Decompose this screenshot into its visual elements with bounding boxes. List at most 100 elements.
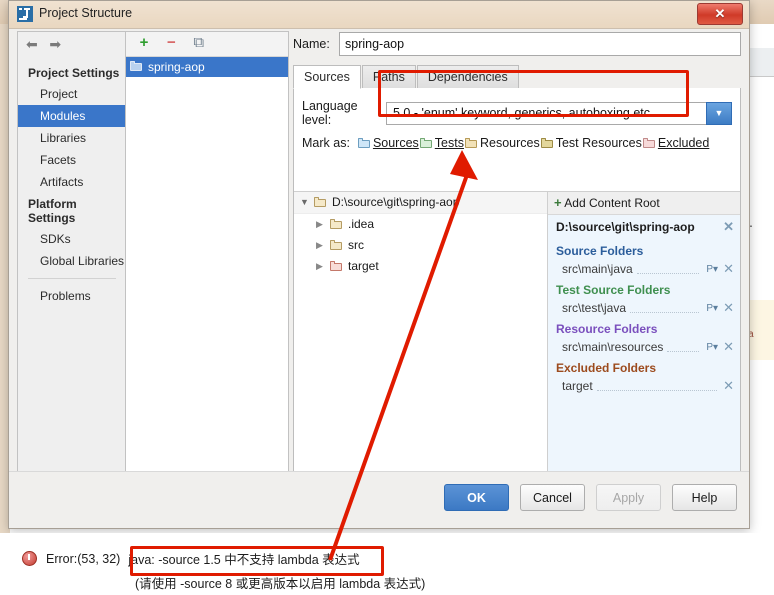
resources-folder-icon bbox=[464, 137, 478, 149]
tree-row-content-root[interactable]: ▼ D:\source\git\spring-aop bbox=[294, 192, 547, 214]
sidebar-group-project-settings: Project Settings bbox=[28, 66, 120, 80]
test-source-folders-header: Test Source Folders bbox=[556, 283, 671, 297]
dialog-body: ⬅ ➡ Project Settings Project Modules Lib… bbox=[9, 29, 749, 502]
package-prefix-icon[interactable]: P▾ bbox=[703, 264, 721, 275]
tree-row-src[interactable]: ▶ src bbox=[294, 235, 547, 256]
resource-folders-header: Resource Folders bbox=[556, 322, 658, 336]
remove-content-root-icon[interactable]: ✕ bbox=[721, 219, 736, 235]
modules-toolbar: + − ⧉ bbox=[126, 32, 288, 57]
excluded-folder-icon bbox=[330, 261, 343, 272]
language-level-label: Language level: bbox=[302, 99, 358, 127]
sidebar-item-libraries[interactable]: Libraries bbox=[18, 127, 126, 149]
dotted-filler bbox=[630, 303, 700, 313]
intellij-logo-icon bbox=[17, 6, 33, 22]
dotted-filler bbox=[667, 342, 700, 352]
mark-as-resources-button[interactable]: Resources bbox=[464, 136, 540, 150]
cancel-button[interactable]: Cancel bbox=[520, 484, 585, 511]
error-primary-line: Error:(53, 32) java: -source 1.5 中不支持 la… bbox=[22, 549, 360, 568]
error-message-bar: Error:(53, 32) java: -source 1.5 中不支持 la… bbox=[0, 533, 774, 595]
content-panes: ▼ D:\source\git\spring-aop ▶ .idea ▶ src… bbox=[294, 191, 740, 501]
folder-icon bbox=[314, 197, 327, 208]
sidebar-divider bbox=[28, 278, 116, 279]
module-name-row: Name: bbox=[293, 31, 741, 57]
add-module-button[interactable]: + bbox=[132, 32, 156, 54]
source-folder-row[interactable]: src\main\java P▾ ✕ bbox=[548, 260, 740, 278]
add-content-root-button[interactable]: + Add Content Root bbox=[548, 192, 740, 215]
package-prefix-icon[interactable]: P▾ bbox=[703, 342, 721, 353]
module-list-item-label: spring-aop bbox=[148, 60, 205, 74]
mark-as-test-resources-button[interactable]: Test Resources bbox=[540, 136, 642, 150]
sidebar-item-facets[interactable]: Facets bbox=[18, 149, 126, 171]
close-window-button[interactable]: ✕ bbox=[697, 3, 743, 25]
help-button[interactable]: Help bbox=[672, 484, 737, 511]
remove-test-source-folder-icon[interactable]: ✕ bbox=[721, 300, 736, 316]
language-level-combobox[interactable]: 5.0 - 'enum' keyword, generics, autoboxi… bbox=[386, 101, 732, 125]
test-source-folder-row[interactable]: src\test\java P▾ ✕ bbox=[548, 299, 740, 317]
content-root-tree: ▼ D:\source\git\spring-aop ▶ .idea ▶ src… bbox=[294, 192, 548, 501]
tree-row-target[interactable]: ▶ target bbox=[294, 256, 547, 277]
remove-excluded-folder-icon[interactable]: ✕ bbox=[721, 378, 736, 394]
forward-arrow-icon[interactable]: ➡ bbox=[49, 36, 69, 54]
ok-button[interactable]: OK bbox=[444, 484, 509, 511]
mark-as-sources-button[interactable]: Sources bbox=[357, 136, 419, 150]
tree-expander-collapsed-icon[interactable]: ▶ bbox=[316, 256, 330, 277]
test-source-folder-path: src\test\java bbox=[562, 301, 627, 315]
sidebar-item-sdks[interactable]: SDKs bbox=[18, 228, 126, 250]
language-level-value: 5.0 - 'enum' keyword, generics, autoboxi… bbox=[386, 101, 706, 125]
sidebar-item-problems[interactable]: Problems bbox=[18, 285, 126, 307]
mark-as-row: Mark as: Sources Tests Resources Test Re… bbox=[294, 127, 740, 158]
tree-expander-open-icon[interactable]: ▼ bbox=[300, 192, 314, 213]
tab-sources[interactable]: Sources bbox=[293, 65, 361, 89]
sources-tab-panel: Language level: 5.0 - 'enum' keyword, ge… bbox=[293, 88, 741, 502]
mark-as-resources-label: Resources bbox=[479, 136, 540, 150]
sidebar-group-platform-settings: Platform Settings bbox=[28, 197, 77, 225]
tree-expander-collapsed-icon[interactable]: ▶ bbox=[316, 235, 330, 256]
modules-list-panel: + − ⧉ spring-aop bbox=[125, 31, 289, 493]
tree-row-label: D:\source\git\spring-aop bbox=[332, 195, 460, 209]
excluded-folder-row[interactable]: target ✕ bbox=[548, 377, 740, 395]
module-name-label: Name: bbox=[293, 37, 330, 51]
tree-expander-collapsed-icon[interactable]: ▶ bbox=[316, 214, 330, 235]
module-list-item-spring-aop[interactable]: spring-aop bbox=[126, 57, 288, 77]
mark-as-excluded-button[interactable]: Excluded bbox=[642, 136, 709, 150]
mark-as-tests-button[interactable]: Tests bbox=[419, 136, 464, 150]
content-roots-panel: + Add Content Root D:\source\git\spring-… bbox=[548, 192, 740, 501]
source-folders-header: Source Folders bbox=[556, 244, 644, 258]
folder-icon bbox=[330, 240, 343, 251]
remove-resource-folder-icon[interactable]: ✕ bbox=[721, 339, 736, 355]
tab-paths[interactable]: Paths bbox=[361, 65, 416, 89]
tab-dependencies[interactable]: Dependencies bbox=[416, 65, 519, 89]
folder-icon bbox=[330, 219, 343, 230]
mark-as-tests-label: Tests bbox=[434, 136, 464, 150]
sidebar-item-artifacts[interactable]: Artifacts bbox=[18, 171, 126, 193]
package-prefix-icon[interactable]: P▾ bbox=[703, 303, 721, 314]
dialog-buttons: OK Cancel Apply Help bbox=[444, 484, 737, 511]
content-root-path-row: D:\source\git\spring-aop ✕ bbox=[548, 215, 740, 239]
error-hint-text: (请使用 -source 8 或更高版本以启用 lambda 表达式) bbox=[135, 577, 426, 591]
module-detail-panel: Name: Sources Paths Dependencies Languag… bbox=[293, 31, 741, 502]
plus-icon: + bbox=[554, 195, 562, 210]
resource-folder-path: src\main\resources bbox=[562, 340, 664, 354]
remove-module-button[interactable]: − bbox=[159, 32, 183, 54]
dialog-title: Project Structure bbox=[39, 6, 133, 20]
dialog-titlebar: Project Structure ✕ bbox=[9, 1, 749, 29]
dotted-filler bbox=[596, 381, 718, 391]
project-structure-dialog: Project Structure ✕ ⬅ ➡ Project Settings… bbox=[8, 0, 750, 529]
remove-source-folder-icon[interactable]: ✕ bbox=[721, 261, 736, 277]
back-arrow-icon[interactable]: ⬅ bbox=[26, 36, 46, 54]
settings-sidebar: ⬅ ➡ Project Settings Project Modules Lib… bbox=[17, 31, 126, 493]
excluded-folder-path: target bbox=[562, 379, 593, 393]
copy-module-button[interactable]: ⧉ bbox=[187, 32, 211, 54]
resource-folder-row[interactable]: src\main\resources P▾ ✕ bbox=[548, 338, 740, 356]
excluded-folder-icon bbox=[642, 137, 656, 149]
tree-row-idea[interactable]: ▶ .idea bbox=[294, 214, 547, 235]
mark-as-label: Mark as: bbox=[302, 136, 350, 150]
dotted-filler bbox=[636, 264, 700, 274]
module-name-input[interactable] bbox=[339, 32, 741, 56]
sidebar-item-modules[interactable]: Modules bbox=[18, 105, 126, 127]
test-resources-folder-icon bbox=[540, 137, 554, 149]
sidebar-item-project[interactable]: Project bbox=[18, 83, 126, 105]
error-icon bbox=[22, 551, 37, 566]
sidebar-item-global-libraries[interactable]: Global Libraries bbox=[18, 250, 126, 272]
chevron-down-icon[interactable]: ▼ bbox=[706, 101, 732, 125]
